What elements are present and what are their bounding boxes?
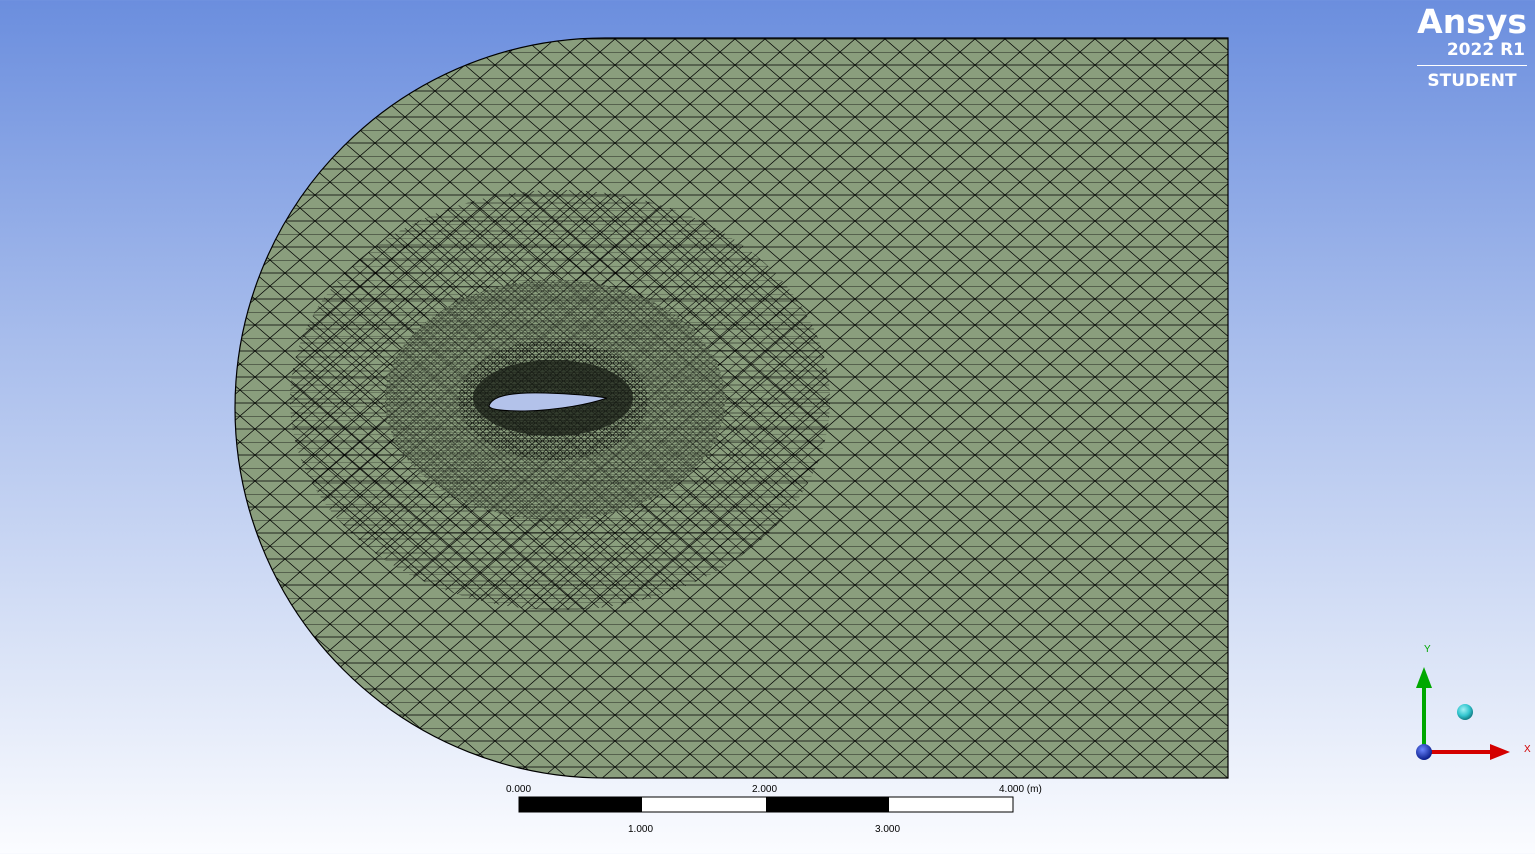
scale-label-1: 1.000 — [628, 824, 653, 835]
scale-segment-1 — [519, 797, 642, 812]
x-axis-label: X — [1524, 744, 1531, 755]
graphics-viewport[interactable]: 0.000 2.000 4.000 (m) 1.000 3.000 X Y — [0, 0, 1535, 854]
scale-label-2: 2.000 — [752, 784, 777, 795]
logo-divider — [1417, 65, 1527, 66]
brand-name: Ansys — [1417, 2, 1527, 41]
z-axis-dot — [1416, 744, 1432, 760]
view-ball-icon[interactable] — [1457, 704, 1473, 720]
ansys-logo: Ansys 2022 R1 STUDENT — [1411, 4, 1527, 91]
y-axis-label: Y — [1424, 644, 1431, 655]
mesh-domain[interactable] — [230, 30, 1240, 790]
edition-label: STUDENT — [1427, 71, 1517, 91]
scale-bar: 0.000 2.000 4.000 (m) 1.000 3.000 — [506, 784, 1042, 835]
axis-triad-icon[interactable]: X Y — [1416, 644, 1531, 760]
scale-segment-3 — [766, 797, 889, 812]
scale-label-0: 0.000 — [506, 784, 531, 795]
scale-label-3: 3.000 — [875, 824, 900, 835]
release-version: 2022 R1 — [1446, 40, 1525, 60]
scale-label-4: 4.000 (m) — [999, 784, 1042, 795]
